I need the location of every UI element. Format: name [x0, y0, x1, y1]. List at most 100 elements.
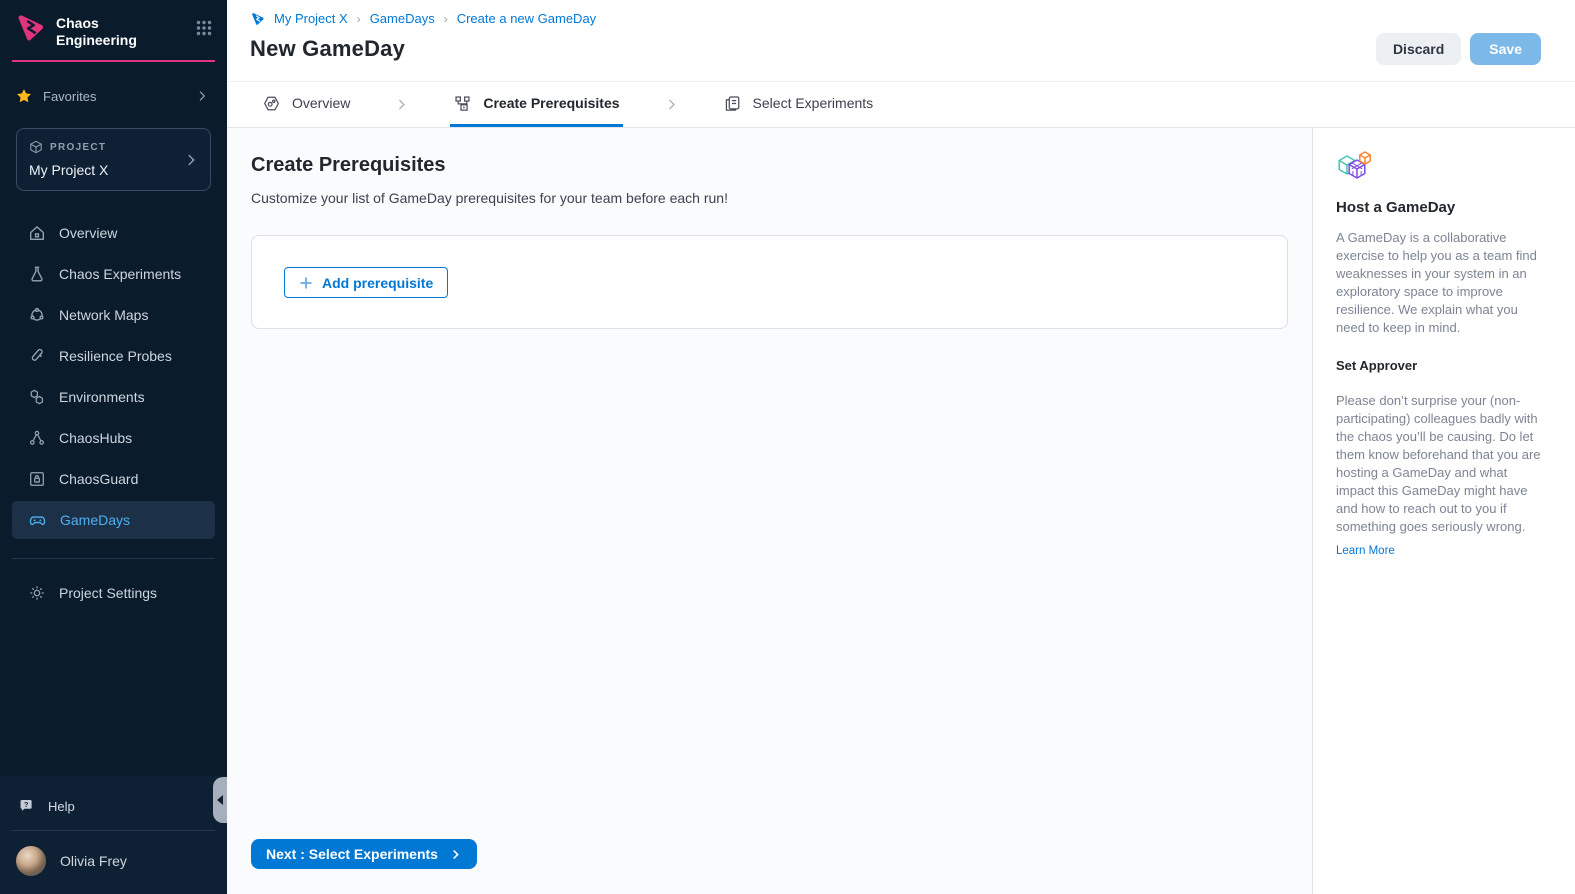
next-select-experiments-button[interactable]: Next : Select Experiments — [251, 839, 477, 869]
help-panel-section-title: Set Approver — [1336, 358, 1549, 373]
section-heading: Create Prerequisites — [251, 154, 1288, 177]
brand-title: Chaos Engineering — [56, 13, 185, 48]
chevron-right-icon — [195, 89, 209, 103]
sidebar-bottom-divider — [12, 830, 215, 831]
main-column: My Project X › GameDays › Create a new G… — [227, 0, 1575, 894]
project-label-row: PROJECT — [29, 140, 198, 154]
tab-create-prerequisites[interactable]: Create Prerequisites — [450, 82, 622, 127]
chevron-right-icon — [183, 152, 199, 168]
sidebar-item-label: ChaosHubs — [59, 430, 132, 446]
sidebar-item-label: GameDays — [60, 512, 130, 528]
sidebar-item-favorites[interactable]: Favorites — [0, 88, 227, 104]
sidebar-item-label: Project Settings — [59, 585, 157, 601]
sidebar-collapse-handle[interactable] — [213, 777, 227, 823]
project-selector[interactable]: PROJECT My Project X — [16, 128, 211, 191]
star-icon — [16, 88, 32, 104]
home-icon — [28, 224, 46, 242]
app-root: Chaos Engineering Favorites — [0, 0, 1575, 894]
flowchart-icon — [453, 94, 472, 113]
sidebar-nav: Overview Chaos Experiments Network Ma — [0, 211, 227, 542]
sidebar-item-help[interactable]: ? Help — [0, 784, 227, 828]
isometric-cubes-icon — [1336, 150, 1549, 184]
sidebar: Chaos Engineering Favorites — [0, 0, 227, 894]
add-prerequisite-label: Add prerequisite — [322, 275, 433, 291]
sidebar-item-environments[interactable]: Environments — [12, 378, 215, 416]
help-panel: Host a GameDay A GameDay is a collaborat… — [1313, 128, 1575, 894]
sidebar-item-label: Network Maps — [59, 307, 148, 323]
tab-label: Create Prerequisites — [483, 95, 619, 111]
harness-logo-icon[interactable] — [14, 13, 46, 43]
chevron-right-icon — [394, 82, 409, 127]
svg-text:?: ? — [24, 800, 28, 809]
brand-divider — [12, 60, 215, 62]
content-row: Create Prerequisites Customize your list… — [227, 128, 1575, 894]
network-map-icon — [28, 306, 46, 324]
sidebar-bottom: ? Help Olivia Frey — [0, 776, 227, 894]
help-chat-icon: ? — [18, 798, 35, 815]
tab-select-experiments[interactable]: Select Experiments — [720, 82, 877, 127]
page-header: My Project X › GameDays › Create a new G… — [227, 0, 1575, 82]
help-label: Help — [48, 799, 75, 814]
breadcrumb: My Project X › GameDays › Create a new G… — [250, 11, 1541, 26]
card-stack-icon — [723, 94, 742, 113]
sidebar-item-label: Resilience Probes — [59, 348, 172, 364]
hexagon-gear-icon — [262, 94, 281, 113]
brand: Chaos Engineering — [0, 0, 227, 56]
title-row: New GameDay Discard Save — [250, 33, 1541, 65]
help-panel-section-body: Please don’t surprise your (non-particip… — [1336, 392, 1549, 536]
environments-icon — [28, 388, 46, 406]
sidebar-item-chaosguard[interactable]: ChaosGuard — [12, 460, 215, 498]
plus-icon — [299, 276, 313, 290]
node-tree-icon — [28, 429, 46, 447]
harness-breadcrumb-icon — [250, 12, 265, 26]
tab-label: Overview — [292, 95, 350, 111]
sidebar-spacer — [0, 615, 227, 776]
project-label: PROJECT — [50, 142, 106, 153]
sidebar-item-label: Chaos Experiments — [59, 266, 181, 282]
section-subheading: Customize your list of GameDay prerequis… — [251, 190, 1288, 206]
brand-line2: Engineering — [56, 32, 185, 49]
discard-button[interactable]: Discard — [1376, 33, 1461, 65]
prerequisites-card: Add prerequisite — [251, 235, 1288, 329]
user-name: Olivia Frey — [60, 853, 127, 869]
chevron-right-icon — [664, 82, 679, 127]
page-title: New GameDay — [250, 36, 1376, 62]
add-prerequisite-button[interactable]: Add prerequisite — [284, 267, 448, 298]
flask-icon — [28, 265, 46, 283]
breadcrumb-link-gamedays[interactable]: GameDays — [370, 11, 435, 26]
app-switcher-icon[interactable] — [195, 13, 213, 37]
brand-line1: Chaos — [56, 15, 185, 32]
sidebar-item-resilience-probes[interactable]: Resilience Probes — [12, 337, 215, 375]
main-content: Create Prerequisites Customize your list… — [227, 128, 1313, 894]
help-panel-title: Host a GameDay — [1336, 199, 1549, 216]
breadcrumb-link-project[interactable]: My Project X — [274, 11, 348, 26]
sidebar-item-overview[interactable]: Overview — [12, 214, 215, 252]
collapse-triangle-icon — [217, 795, 223, 805]
sidebar-item-chaoshubs[interactable]: ChaosHubs — [12, 419, 215, 457]
sidebar-item-label: Environments — [59, 389, 145, 405]
sidebar-item-chaos-experiments[interactable]: Chaos Experiments — [12, 255, 215, 293]
breadcrumb-link-create-gameday[interactable]: Create a new GameDay — [457, 11, 596, 26]
breadcrumb-separator: › — [444, 12, 448, 26]
learn-more-link[interactable]: Learn More — [1336, 545, 1395, 557]
next-button-label: Next : Select Experiments — [266, 846, 438, 862]
cube-icon — [29, 140, 43, 154]
sidebar-item-label: ChaosGuard — [59, 471, 138, 487]
wizard-tabbar: Overview Create Prerequisites — [227, 82, 1575, 128]
lock-icon — [28, 470, 46, 488]
user-profile[interactable]: Olivia Frey — [0, 833, 227, 894]
sidebar-item-project-settings[interactable]: Project Settings — [12, 574, 215, 612]
save-button[interactable]: Save — [1470, 33, 1541, 65]
sidebar-item-gamedays[interactable]: GameDays — [12, 501, 215, 539]
breadcrumb-separator: › — [357, 12, 361, 26]
sidebar-item-network-maps[interactable]: Network Maps — [12, 296, 215, 334]
gear-icon — [28, 584, 46, 602]
chevron-right-icon — [449, 848, 462, 861]
sidebar-item-label: Overview — [59, 225, 117, 241]
gamepad-icon — [28, 511, 47, 530]
favorites-label: Favorites — [43, 89, 96, 104]
sidebar-divider — [12, 558, 215, 559]
tab-overview[interactable]: Overview — [259, 82, 353, 127]
help-panel-intro: A GameDay is a collaborative exercise to… — [1336, 229, 1549, 337]
tab-label: Select Experiments — [753, 95, 874, 111]
